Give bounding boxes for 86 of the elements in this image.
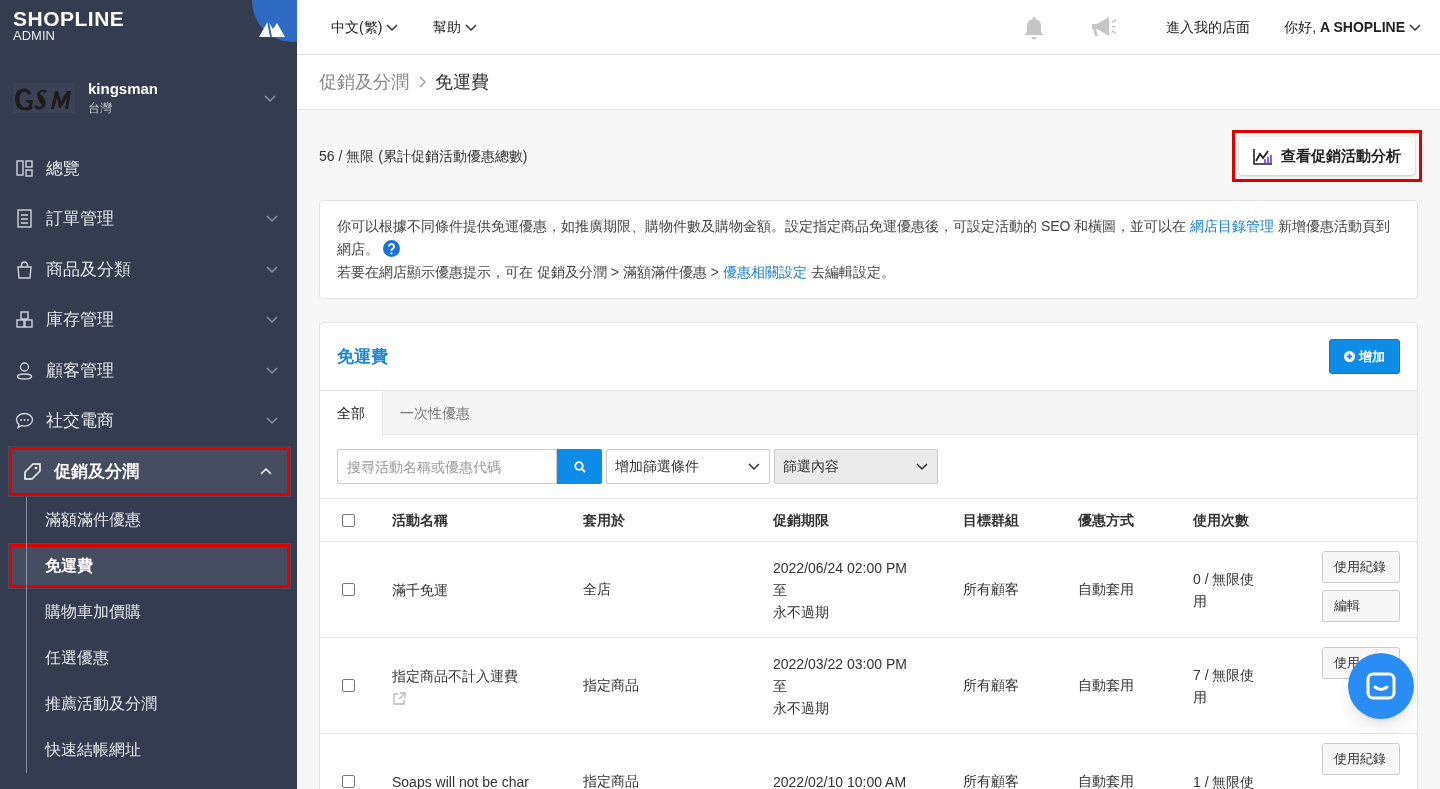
chart-icon [1253, 147, 1273, 165]
analytics-button[interactable]: 查看促銷活動分析 [1239, 137, 1415, 175]
tab[interactable]: 全部 [320, 391, 383, 436]
sidebar-item[interactable]: 總覽 [0, 143, 297, 194]
table-cell-text: 1 / 無限使 [1193, 772, 1256, 789]
table-cell-text: 0 / 無限使用 [1193, 569, 1256, 611]
person-icon [15, 360, 34, 380]
card-title: 免運費 [337, 345, 388, 368]
table-cell-text: 自動套用 [1078, 676, 1135, 695]
sidebar-item[interactable]: 社交電商 [0, 395, 297, 446]
sidebar-item[interactable]: 商品及分類 [0, 244, 297, 295]
table-cell-text: 所有顧客 [963, 580, 1020, 599]
store-region: 台灣 [88, 100, 113, 117]
column-header: 套用於 [583, 510, 626, 530]
sidebar-item[interactable]: 訂單管理 [0, 193, 297, 244]
sidebar-subitem[interactable]: 任選優惠 [0, 634, 297, 681]
table-cell-text: 永不過期 [773, 602, 830, 622]
table-cell-text: 7 / 無限使用 [1193, 665, 1256, 707]
table-cell-text: 2022/03/22 03:00 PM [773, 654, 908, 674]
tag-icon [23, 461, 42, 481]
search-button[interactable] [557, 449, 602, 484]
checkbox[interactable] [342, 679, 355, 692]
breadcrumb-current: 免運費 [435, 70, 489, 94]
action-button[interactable]: 編輯 [1322, 590, 1400, 622]
search-icon [573, 460, 586, 473]
add-button[interactable]: 增加 [1329, 339, 1400, 374]
help-icon[interactable] [383, 240, 400, 257]
info-link[interactable]: 網店目錄管理 [1190, 218, 1275, 234]
sidebar-subitem[interactable]: 推薦活動及分潤 [0, 680, 297, 727]
checkbox[interactable] [342, 513, 355, 527]
sidebar-item[interactable]: 顧客管理 [0, 345, 297, 396]
sidebar-subitem[interactable]: 購物車加價購 [0, 588, 297, 635]
checkbox[interactable] [342, 775, 355, 788]
sidebar-subitem[interactable]: 免運費 [8, 542, 291, 589]
user-menu[interactable]: 你好, A SHOPLINE [1284, 16, 1422, 38]
tab[interactable]: 一次性優惠 [383, 391, 487, 436]
table-cell-text: Soaps will not be char [392, 772, 530, 789]
sidebar-subitem[interactable]: 快速結帳網址 [0, 726, 297, 773]
table-cell-text: 指定商品不計入運費 [392, 667, 519, 686]
breadcrumb-link[interactable]: 促銷及分潤 [319, 68, 409, 96]
checkbox[interactable] [342, 583, 355, 596]
table-cell-text: 所有顧客 [963, 772, 1020, 789]
plus-circle-icon [1344, 351, 1355, 362]
brand-subtitle: ADMIN [13, 29, 55, 43]
column-header: 目標群組 [963, 510, 1020, 530]
table-cell-text: 滿千免運 [392, 580, 449, 600]
sidebar-item[interactable]: 庫存管理 [0, 294, 297, 345]
caret-icon [747, 460, 761, 473]
column-header: 活動名稱 [392, 510, 449, 530]
action-button[interactable]: 使用紀錄 [1322, 743, 1400, 775]
table-cell-text: 全店 [583, 580, 612, 599]
bag-icon [15, 259, 34, 279]
column-header: 使用次數 [1193, 510, 1250, 530]
store-name: kingsman [88, 79, 160, 99]
brand-logo: SHOPLINE [13, 8, 125, 30]
column-header: 優惠方式 [1078, 510, 1135, 530]
info-text: 你可以根據不同條件提供免運優惠，如推廣期限、購物件數及購物金額。設定指定商品免運優惠後，可設定活動的 SEO 和橫圖，並可以在 網店目錄管理 新增優惠活動頁到網店。 [337, 217, 1392, 259]
menu-dropdown[interactable]: 中文(繁) [331, 16, 400, 38]
sidebar-subitem[interactable]: 滿額滿件優惠 [0, 496, 297, 543]
table-cell-text: 所有顧客 [963, 676, 1020, 695]
table-cell-text: 至 [773, 580, 788, 600]
info-text: 若要在網店顯示優惠提示，可在 促銷及分潤 > 滿額滿件優惠 > 優惠相關設定 去編輯設定。 [337, 263, 896, 282]
filter-dropdown[interactable]: 增加篩選條件 [606, 449, 770, 484]
chevron-right-icon [417, 75, 427, 89]
table-cell-text: 至 [773, 676, 788, 696]
chat-icon [15, 411, 34, 431]
document-icon [15, 209, 34, 229]
boxes-icon [15, 310, 34, 330]
table-cell-text: 指定商品 [583, 772, 640, 789]
table-cell-text: 2022/06/24 02:00 PM [773, 558, 908, 578]
caret-icon [915, 460, 929, 473]
chat-icon [1366, 672, 1396, 700]
table-cell-text: 指定商品 [583, 676, 640, 695]
sidebar-item[interactable]: 促銷及分潤 [8, 446, 291, 497]
grid-icon [15, 158, 34, 178]
table-cell-text: 永不過期 [773, 698, 830, 718]
action-button[interactable]: 使用紀錄 [1322, 551, 1400, 583]
storefront-link[interactable]: 進入我的店面 [1166, 16, 1251, 38]
search-field[interactable]: 搜尋活動名稱或優惠代碼 [337, 449, 557, 484]
quota-text: 56 / 無限 (累計促銷活動優惠總數) [319, 146, 528, 166]
menu-dropdown[interactable]: 幫助 [433, 16, 479, 38]
column-header: 促銷期限 [773, 510, 830, 530]
table-cell-text: 自動套用 [1078, 772, 1135, 789]
info-link[interactable]: 優惠相關設定 [722, 264, 807, 280]
table-cell-text: 2022/02/10 10:00 AM [773, 772, 908, 789]
table-cell-text: 自動套用 [1078, 580, 1135, 599]
